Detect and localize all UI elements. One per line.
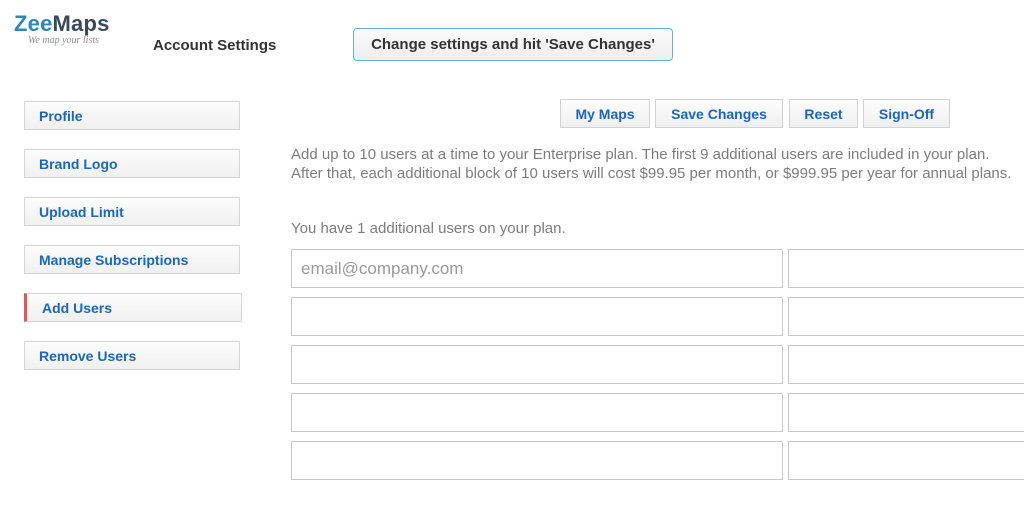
sidebar-item-upload-limit[interactable]: Upload Limit (24, 197, 240, 226)
email-field-9[interactable] (291, 441, 783, 480)
logo-wordmark: ZeeMaps (14, 11, 110, 36)
zeemaps-logo[interactable]: ZeeMaps We map your lists (14, 11, 110, 47)
email-field-8[interactable] (788, 393, 1024, 432)
my-maps-button[interactable]: My Maps (560, 99, 650, 128)
save-changes-button[interactable]: Save Changes (655, 99, 783, 128)
email-field-7[interactable] (291, 393, 783, 432)
reset-button[interactable]: Reset (789, 99, 858, 128)
sign-off-button[interactable]: Sign-Off (863, 99, 950, 128)
email-field-3[interactable] (291, 297, 783, 336)
email-field-2[interactable] (788, 249, 1024, 288)
user-count-text: You have 1 additional users on your plan… (291, 220, 566, 237)
email-field-10[interactable] (788, 441, 1024, 480)
email-field-5[interactable] (291, 345, 783, 384)
sidebar-item-manage-subscriptions[interactable]: Manage Subscriptions (24, 245, 240, 274)
sidebar-item-add-users[interactable]: Add Users (24, 293, 242, 322)
email-field-4[interactable] (788, 297, 1024, 336)
sidebar-item-remove-users[interactable]: Remove Users (24, 341, 240, 370)
email-field-1[interactable] (291, 249, 783, 288)
plan-description: Add up to 10 users at a time to your Ent… (291, 146, 1012, 182)
email-field-6[interactable] (788, 345, 1024, 384)
account-settings-page: ZeeMaps We map your lists Account Settin… (0, 0, 1024, 526)
save-changes-notice: Change settings and hit 'Save Changes' (353, 28, 673, 61)
sidebar-item-brand-logo[interactable]: Brand Logo (24, 149, 240, 178)
sidebar-item-profile[interactable]: Profile (24, 101, 240, 130)
logo-tagline: We map your lists (28, 35, 100, 46)
page-title: Account Settings (153, 37, 277, 54)
